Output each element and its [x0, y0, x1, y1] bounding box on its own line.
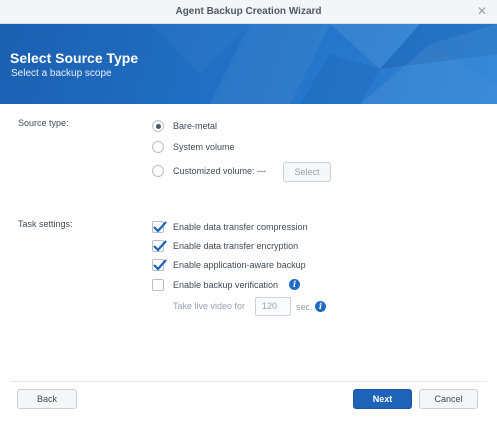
radio-customized-volume[interactable]	[152, 165, 164, 177]
checkbox-backup-verification[interactable]	[152, 279, 164, 291]
select-volume-button[interactable]: Select	[283, 162, 331, 182]
radio-system-volume[interactable]	[152, 141, 164, 153]
source-type-label: Source type:	[18, 118, 69, 128]
info-icon[interactable]: i	[315, 301, 326, 312]
back-button[interactable]: Back	[17, 389, 77, 409]
checkbox-compression[interactable]	[152, 221, 167, 233]
checkbox-encryption-label: Enable data transfer encryption	[173, 241, 299, 251]
checkbox-application-aware-label: Enable application-aware backup	[173, 260, 306, 270]
cancel-button[interactable]: Cancel	[419, 389, 478, 409]
task-settings-label: Task settings:	[18, 219, 73, 229]
checkbox-compression-label: Enable data transfer compression	[173, 222, 308, 232]
checkmark-icon	[153, 259, 167, 271]
radio-bare-metal[interactable]	[152, 120, 164, 132]
checkbox-encryption[interactable]	[152, 240, 167, 252]
page-subtitle: Select a backup scope	[11, 68, 112, 79]
page-title: Select Source Type	[10, 50, 139, 66]
live-video-suffix: sec.	[296, 302, 313, 312]
checkbox-application-aware[interactable]	[152, 259, 167, 271]
info-icon[interactable]: i	[289, 279, 300, 290]
close-icon[interactable]: ✕	[475, 4, 489, 18]
radio-system-volume-label: System volume	[173, 142, 235, 152]
live-video-prefix: Take live video for	[173, 301, 246, 311]
wizard-header: Select Source Type Select a backup scope	[0, 24, 497, 104]
radio-customized-volume-label: Customized volume: ---	[173, 166, 267, 176]
radio-bare-metal-label: Bare-metal	[173, 121, 218, 131]
checkbox-backup-verification-label: Enable backup verification	[173, 280, 279, 290]
window-title: Agent Backup Creation Wizard	[175, 6, 322, 17]
next-button[interactable]: Next	[353, 389, 412, 409]
checkmark-icon	[153, 240, 167, 252]
checkmark-icon	[153, 221, 167, 233]
footer-divider	[10, 381, 487, 382]
window-titlebar: Agent Backup Creation Wizard ✕	[0, 0, 497, 24]
live-video-seconds-input[interactable]: 120	[255, 297, 291, 316]
